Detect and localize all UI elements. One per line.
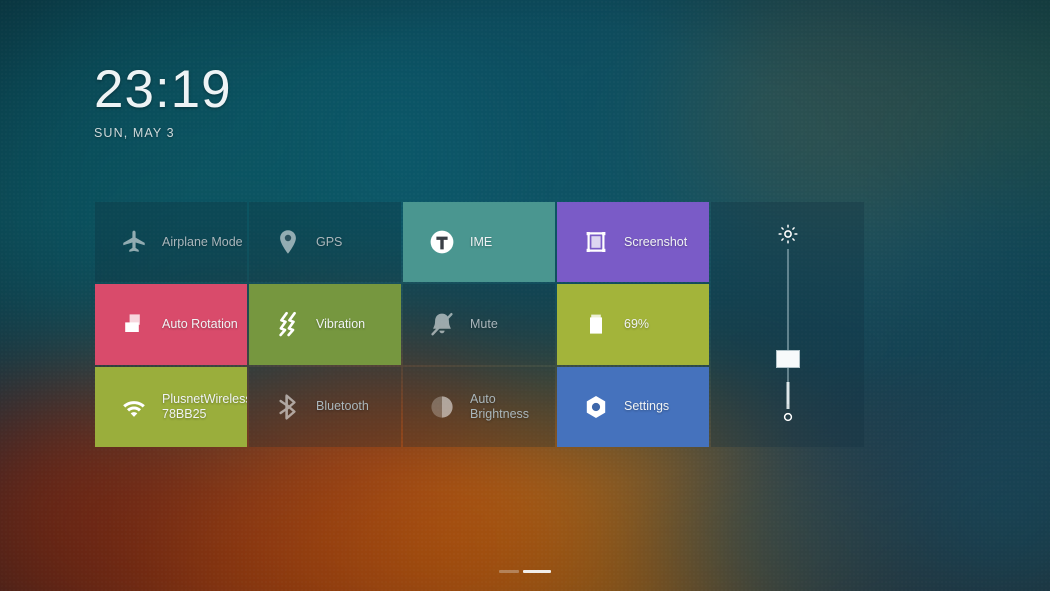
sun-bright-icon <box>777 224 798 249</box>
lockscreen-clock: 23:19 SUN, MAY 3 <box>94 60 232 141</box>
page-indicator-dot[interactable] <box>523 570 551 573</box>
airplane-icon <box>119 227 149 257</box>
tile-screenshot[interactable]: Screenshot <box>557 202 709 283</box>
location-pin-icon <box>273 227 303 257</box>
sun-dim-icon <box>782 410 794 428</box>
tile-label: Auto Brightness <box>470 391 530 421</box>
bluetooth-icon <box>273 392 303 422</box>
tile-auto-brightness[interactable]: Auto Brightness <box>403 366 555 447</box>
tile-label: Bluetooth <box>316 399 369 414</box>
tile-label: Mute <box>470 316 498 331</box>
brightness-slider-track-filled <box>786 382 789 409</box>
tile-label: Settings <box>624 399 670 414</box>
half-circle-brightness-icon <box>427 392 457 422</box>
tile-label: GPS <box>316 234 343 249</box>
tile-label: Airplane Mode <box>162 234 243 249</box>
tile-label: PlusnetWireless 78BB25 <box>162 391 247 421</box>
quick-settings-tile-grid: Airplane Mode GPS IME Screenshot Auto Rotati… <box>95 202 709 447</box>
quick-settings-panel: Airplane Mode GPS IME Screenshot Auto Rotati… <box>95 202 864 447</box>
tile-label: IME <box>470 234 493 249</box>
tile-vibration[interactable]: Vibration <box>249 284 401 365</box>
tile-airplane-mode[interactable]: Airplane Mode <box>95 202 247 283</box>
brightness-slider-panel[interactable] <box>711 202 864 447</box>
brightness-slider-track[interactable] <box>786 249 789 404</box>
battery-icon <box>581 309 611 339</box>
wifi-icon <box>119 392 149 422</box>
tile-label: Screenshot <box>624 234 688 249</box>
screenshot-icon <box>581 227 611 257</box>
settings-gear-icon <box>581 392 611 422</box>
tile-bluetooth[interactable]: Bluetooth <box>249 366 401 447</box>
vibration-icon <box>273 309 303 339</box>
tile-wifi[interactable]: PlusnetWireless 78BB25 <box>95 366 247 447</box>
rotate-device-icon <box>119 309 149 339</box>
page-indicator-dot[interactable] <box>499 570 519 573</box>
tile-label: Auto Rotation <box>162 316 238 331</box>
tile-ime[interactable]: IME <box>403 202 555 283</box>
tile-battery[interactable]: 69% <box>557 284 709 365</box>
clock-date: SUN, MAY 3 <box>94 126 175 140</box>
tile-label: Vibration <box>316 316 366 331</box>
tile-mute[interactable]: Mute <box>403 284 555 365</box>
tile-auto-rotation[interactable]: Auto Rotation <box>95 284 247 365</box>
clock-time: 23:19 <box>94 60 232 119</box>
brightness-slider-handle[interactable] <box>775 350 800 369</box>
bell-muted-icon <box>427 309 457 339</box>
tile-gps[interactable]: GPS <box>249 202 401 283</box>
tile-label: 69% <box>624 316 650 331</box>
keyboard-ime-icon <box>427 227 457 257</box>
tile-settings[interactable]: Settings <box>557 366 709 447</box>
page-indicator <box>0 570 1050 573</box>
